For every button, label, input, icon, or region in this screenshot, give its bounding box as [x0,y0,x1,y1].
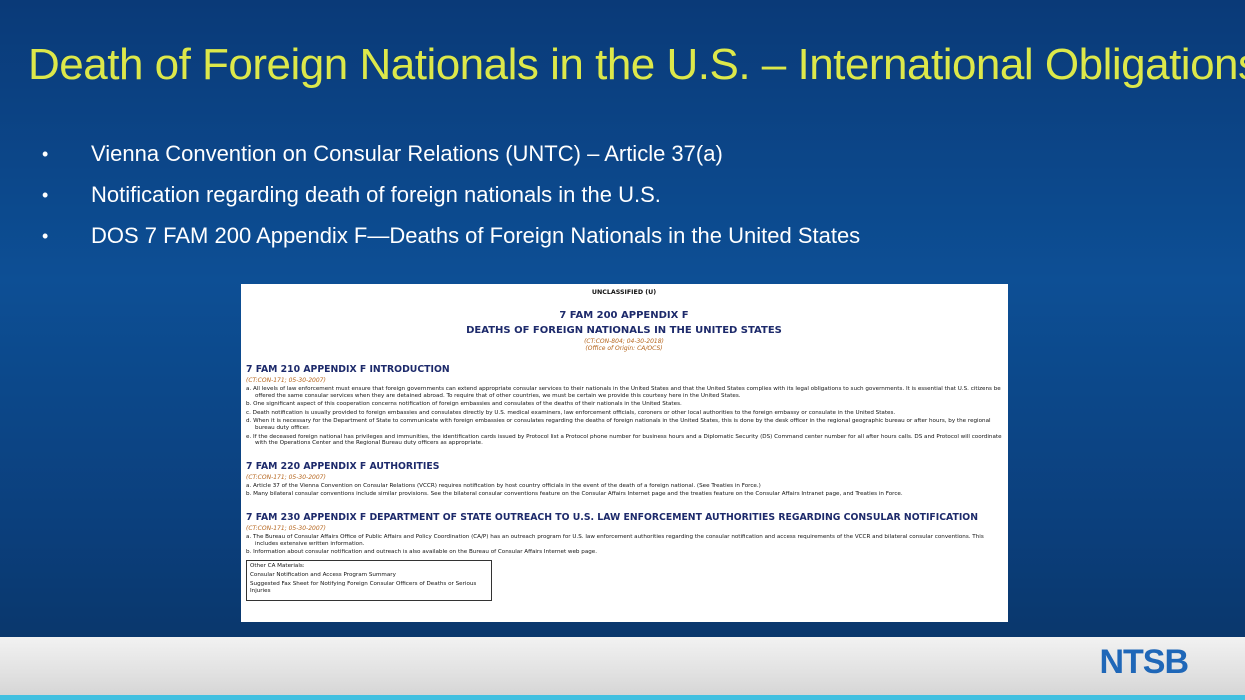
bullet-text: Notification regarding death of foreign … [91,182,661,207]
document-meta: (CT:CON-804; 04-30-2018) (Office of Orig… [246,338,1002,352]
section-heading-introduction: 7 FAM 210 APPENDIX F INTRODUCTION [246,364,450,375]
classification-label: UNCLASSIFIED (U) [591,289,657,296]
accent-bar [0,695,1245,700]
box-link: Consular Notification and Access Program… [250,572,396,579]
paragraph: e. If the deceased foreign national has … [246,433,1002,447]
ntsb-logo: NTSB [1099,643,1189,681]
paragraph: d. When it is necessary for the Departme… [246,418,991,431]
bullet-item: • DOS 7 FAM 200 Appendix F—Deaths of For… [42,222,860,263]
section-ct: (CT:CON-171; 05-30-2007) [246,524,326,532]
bullet-text: Vienna Convention on Consular Relations … [91,141,723,166]
box-heading: Other CA Materials: [250,562,305,569]
section-heading-outreach: 7 FAM 230 APPENDIX F DEPARTMENT OF STATE… [246,511,978,523]
paragraph: b. Many bilateral consular conventions i… [246,491,903,498]
paragraph: a. Article 37 of the Vienna Convention o… [246,482,761,489]
paragraph: b. One significant aspect of this cooper… [246,401,682,408]
document-screenshot: UNCLASSIFIED (U) 7 FAM 200 APPENDIX F DE… [241,284,1008,622]
bullet-icon: • [42,144,49,164]
bullet-item: • Notification regarding death of foreig… [42,181,860,222]
document-title: 7 FAM 200 APPENDIX F [559,310,689,321]
paragraph: c. Death notification is usually provide… [246,409,896,416]
paragraph: b. Information about consular notificati… [246,549,598,556]
document-subtitle: DEATHS OF FOREIGN NATIONALS IN THE UNITE… [466,325,782,336]
paragraph: a. All levels of law enforcement must en… [246,386,1001,399]
bullet-icon: • [42,185,49,205]
document-origin: (Office of Origin: CA/OCS) [585,345,663,352]
slide-footer: NTSB [0,637,1245,695]
section-ct: (CT:CON-171; 05-30-2007) [246,473,326,481]
bullet-list: • Vienna Convention on Consular Relation… [42,140,860,263]
bullet-icon: • [42,226,49,246]
section-heading-authorities: 7 FAM 220 APPENDIX F AUTHORITIES [246,460,440,472]
bullet-item: • Vienna Convention on Consular Relation… [42,140,860,181]
other-materials-box: Other CA Materials: Consular Notificatio… [246,559,492,602]
box-link: Suggested Fax Sheet for Notifying Foreig… [250,581,477,595]
bullet-text: DOS 7 FAM 200 Appendix F—Deaths of Forei… [91,223,861,248]
document-ct: (CT:CON-804; 04-30-2018) [584,338,664,345]
section-ct: (CT:CON-171; 05-30-2007) [246,377,326,384]
slide-title: Death of Foreign Nationals in the U.S. –… [28,40,1245,89]
paragraph: a. The Bureau of Consular Affairs Office… [246,533,984,547]
